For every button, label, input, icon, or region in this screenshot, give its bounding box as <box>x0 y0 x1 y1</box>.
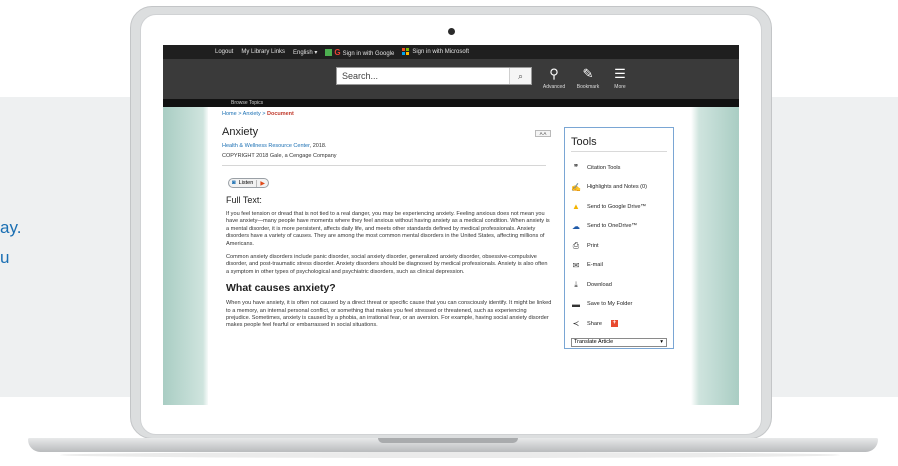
search-box[interactable]: Search... ⌕ <box>336 67 532 85</box>
tools-panel: Tools ❞ Citation Tools ✍ Highlights and No… <box>564 127 674 349</box>
hamburger-icon: ☰ <box>614 66 626 81</box>
print-icon: ⎙ <box>572 240 580 250</box>
source-year: , 2018. <box>309 143 327 149</box>
google-drive-icon: ▲ <box>572 202 580 212</box>
more-menu-button[interactable]: ☰ More <box>604 66 636 91</box>
tool-label: Print <box>587 242 599 249</box>
bookmark-label: Bookmark <box>576 84 600 90</box>
highlighter-icon: ✍ <box>571 182 581 192</box>
backdrop-text-2: u <box>0 248 10 267</box>
my-library-links-link[interactable]: My Library Links <box>241 49 285 55</box>
plus-icon[interactable]: + <box>610 320 618 328</box>
breadcrumb-separator: > <box>262 111 266 117</box>
tool-label: E-mail <box>587 262 603 269</box>
translate-label: Translate Article <box>574 339 614 345</box>
browse-topics-link[interactable]: Browse Topics <box>231 100 263 106</box>
google-icon: G <box>334 47 341 57</box>
speaker-icon: ◙ <box>232 180 236 186</box>
email-icon: ✉ <box>572 260 580 270</box>
download-icon: ⤓ <box>574 279 578 289</box>
copyright-text: COPYRIGHT 2018 Gale, a Cengage Company <box>222 153 337 159</box>
microsoft-icon <box>402 48 410 56</box>
tool-google-drive[interactable]: ▲ Send to Google Drive™ <box>571 197 667 217</box>
tool-label: Download <box>587 281 612 288</box>
listen-button[interactable]: ◙ Listen ▶ <box>228 178 269 188</box>
tool-label: Highlights and Notes (0) <box>587 184 648 191</box>
divider <box>222 165 546 166</box>
tool-label: Send to OneDrive™ <box>587 223 638 230</box>
dropdown-arrow-icon: ▾ <box>660 339 663 345</box>
paragraph-1: If you feel tension or dread that is not… <box>226 211 550 247</box>
quote-icon: ❞ <box>573 163 579 173</box>
advanced-search-button[interactable]: ⚲ Advanced <box>538 66 570 91</box>
breadcrumb-home[interactable]: Home <box>222 111 237 117</box>
logout-link[interactable]: Logout <box>215 49 233 55</box>
breadcrumb: Home > Anxiety > Document <box>222 111 546 117</box>
header-bar: Search... ⌕ ⚲ Advanced ✎ Bookmark ☰ More <box>163 59 739 99</box>
tool-label: Save to My Folder <box>587 301 633 308</box>
breadcrumb-separator: > <box>238 111 242 117</box>
laptop-base-notch <box>378 438 518 443</box>
folder-icon: ▬ <box>572 299 580 309</box>
top-utility-bar: Logout My Library Links English ▾ G Sign … <box>163 45 739 59</box>
search-button[interactable]: ⌕ <box>509 68 531 84</box>
tool-citation[interactable]: ❞ Citation Tools <box>571 158 667 178</box>
tool-share[interactable]: ≺ Share + <box>571 314 667 334</box>
tool-highlights[interactable]: ✍ Highlights and Notes (0) <box>571 178 667 198</box>
tool-save-folder[interactable]: ▬ Save to My Folder <box>571 295 667 315</box>
tool-label: Send to Google Drive™ <box>587 203 647 210</box>
tool-email[interactable]: ✉ E-mail <box>571 256 667 276</box>
full-text-heading: Full Text: <box>226 195 262 205</box>
content-area: Home > Anxiety > Document Anxiety Health… <box>163 107 739 405</box>
browse-topics-bar: Browse Topics <box>163 99 739 107</box>
onedrive-icon: ☁ <box>572 221 580 231</box>
tool-print[interactable]: ⎙ Print <box>571 236 667 256</box>
breadcrumb-anxiety[interactable]: Anxiety <box>243 111 261 117</box>
document-panel: Home > Anxiety > Document Anxiety Health… <box>208 107 556 405</box>
translate-article-select[interactable]: Translate Article ▾ <box>571 337 667 347</box>
search-input[interactable]: Search... <box>342 71 378 81</box>
tool-onedrive[interactable]: ☁ Send to OneDrive™ <box>571 217 667 237</box>
laptop-camera <box>448 28 455 35</box>
pin-icon: ✎ <box>582 66 594 81</box>
tool-download[interactable]: ⤓ Download <box>571 275 667 295</box>
section-heading: What causes anxiety? <box>226 282 336 295</box>
bookmark-button[interactable]: ✎ Bookmark <box>572 66 604 91</box>
laptop-screen: Logout My Library Links English ▾ G Sign … <box>163 45 739 405</box>
tools-title: Tools <box>571 136 667 152</box>
share-icon: ≺ <box>572 319 580 329</box>
microsoft-signin-button[interactable]: Sign in with Microsoft <box>402 48 470 56</box>
advanced-label: Advanced <box>542 84 566 90</box>
source-link[interactable]: Health & Wellness Resource Center <box>222 143 310 149</box>
backdrop-text-1: ay. <box>0 218 22 237</box>
google-classroom-icon <box>325 49 333 57</box>
more-label: More <box>614 84 626 90</box>
breadcrumb-current: Document <box>266 111 294 117</box>
microsoft-signin-label: Sign in with Microsoft <box>412 49 470 56</box>
listen-label: Listen <box>238 180 254 186</box>
paragraph-2: Common anxiety disorders include panic d… <box>226 254 548 275</box>
document-source: Health & Wellness Resource Center, 2018. <box>222 143 546 149</box>
font-size-control[interactable]: A A <box>535 130 551 137</box>
search-icon: ⌕ <box>517 71 524 81</box>
tool-label: Citation Tools <box>587 164 621 171</box>
paragraph-3: When you have anxiety, it is often not c… <box>226 300 552 329</box>
google-signin-label: Sign in with Google <box>342 50 395 57</box>
document-title: Anxiety <box>222 126 259 138</box>
google-signin-button[interactable]: G Sign in with Google <box>325 48 394 57</box>
advanced-search-icon: ⚲ <box>549 66 559 81</box>
play-icon[interactable]: ▶ <box>256 179 265 187</box>
language-selector[interactable]: English ▾ <box>293 49 317 56</box>
tool-label: Share <box>587 320 602 327</box>
laptop-shadow <box>60 452 840 458</box>
page: ay. u Logout My Library Links English ▾ … <box>0 0 898 466</box>
